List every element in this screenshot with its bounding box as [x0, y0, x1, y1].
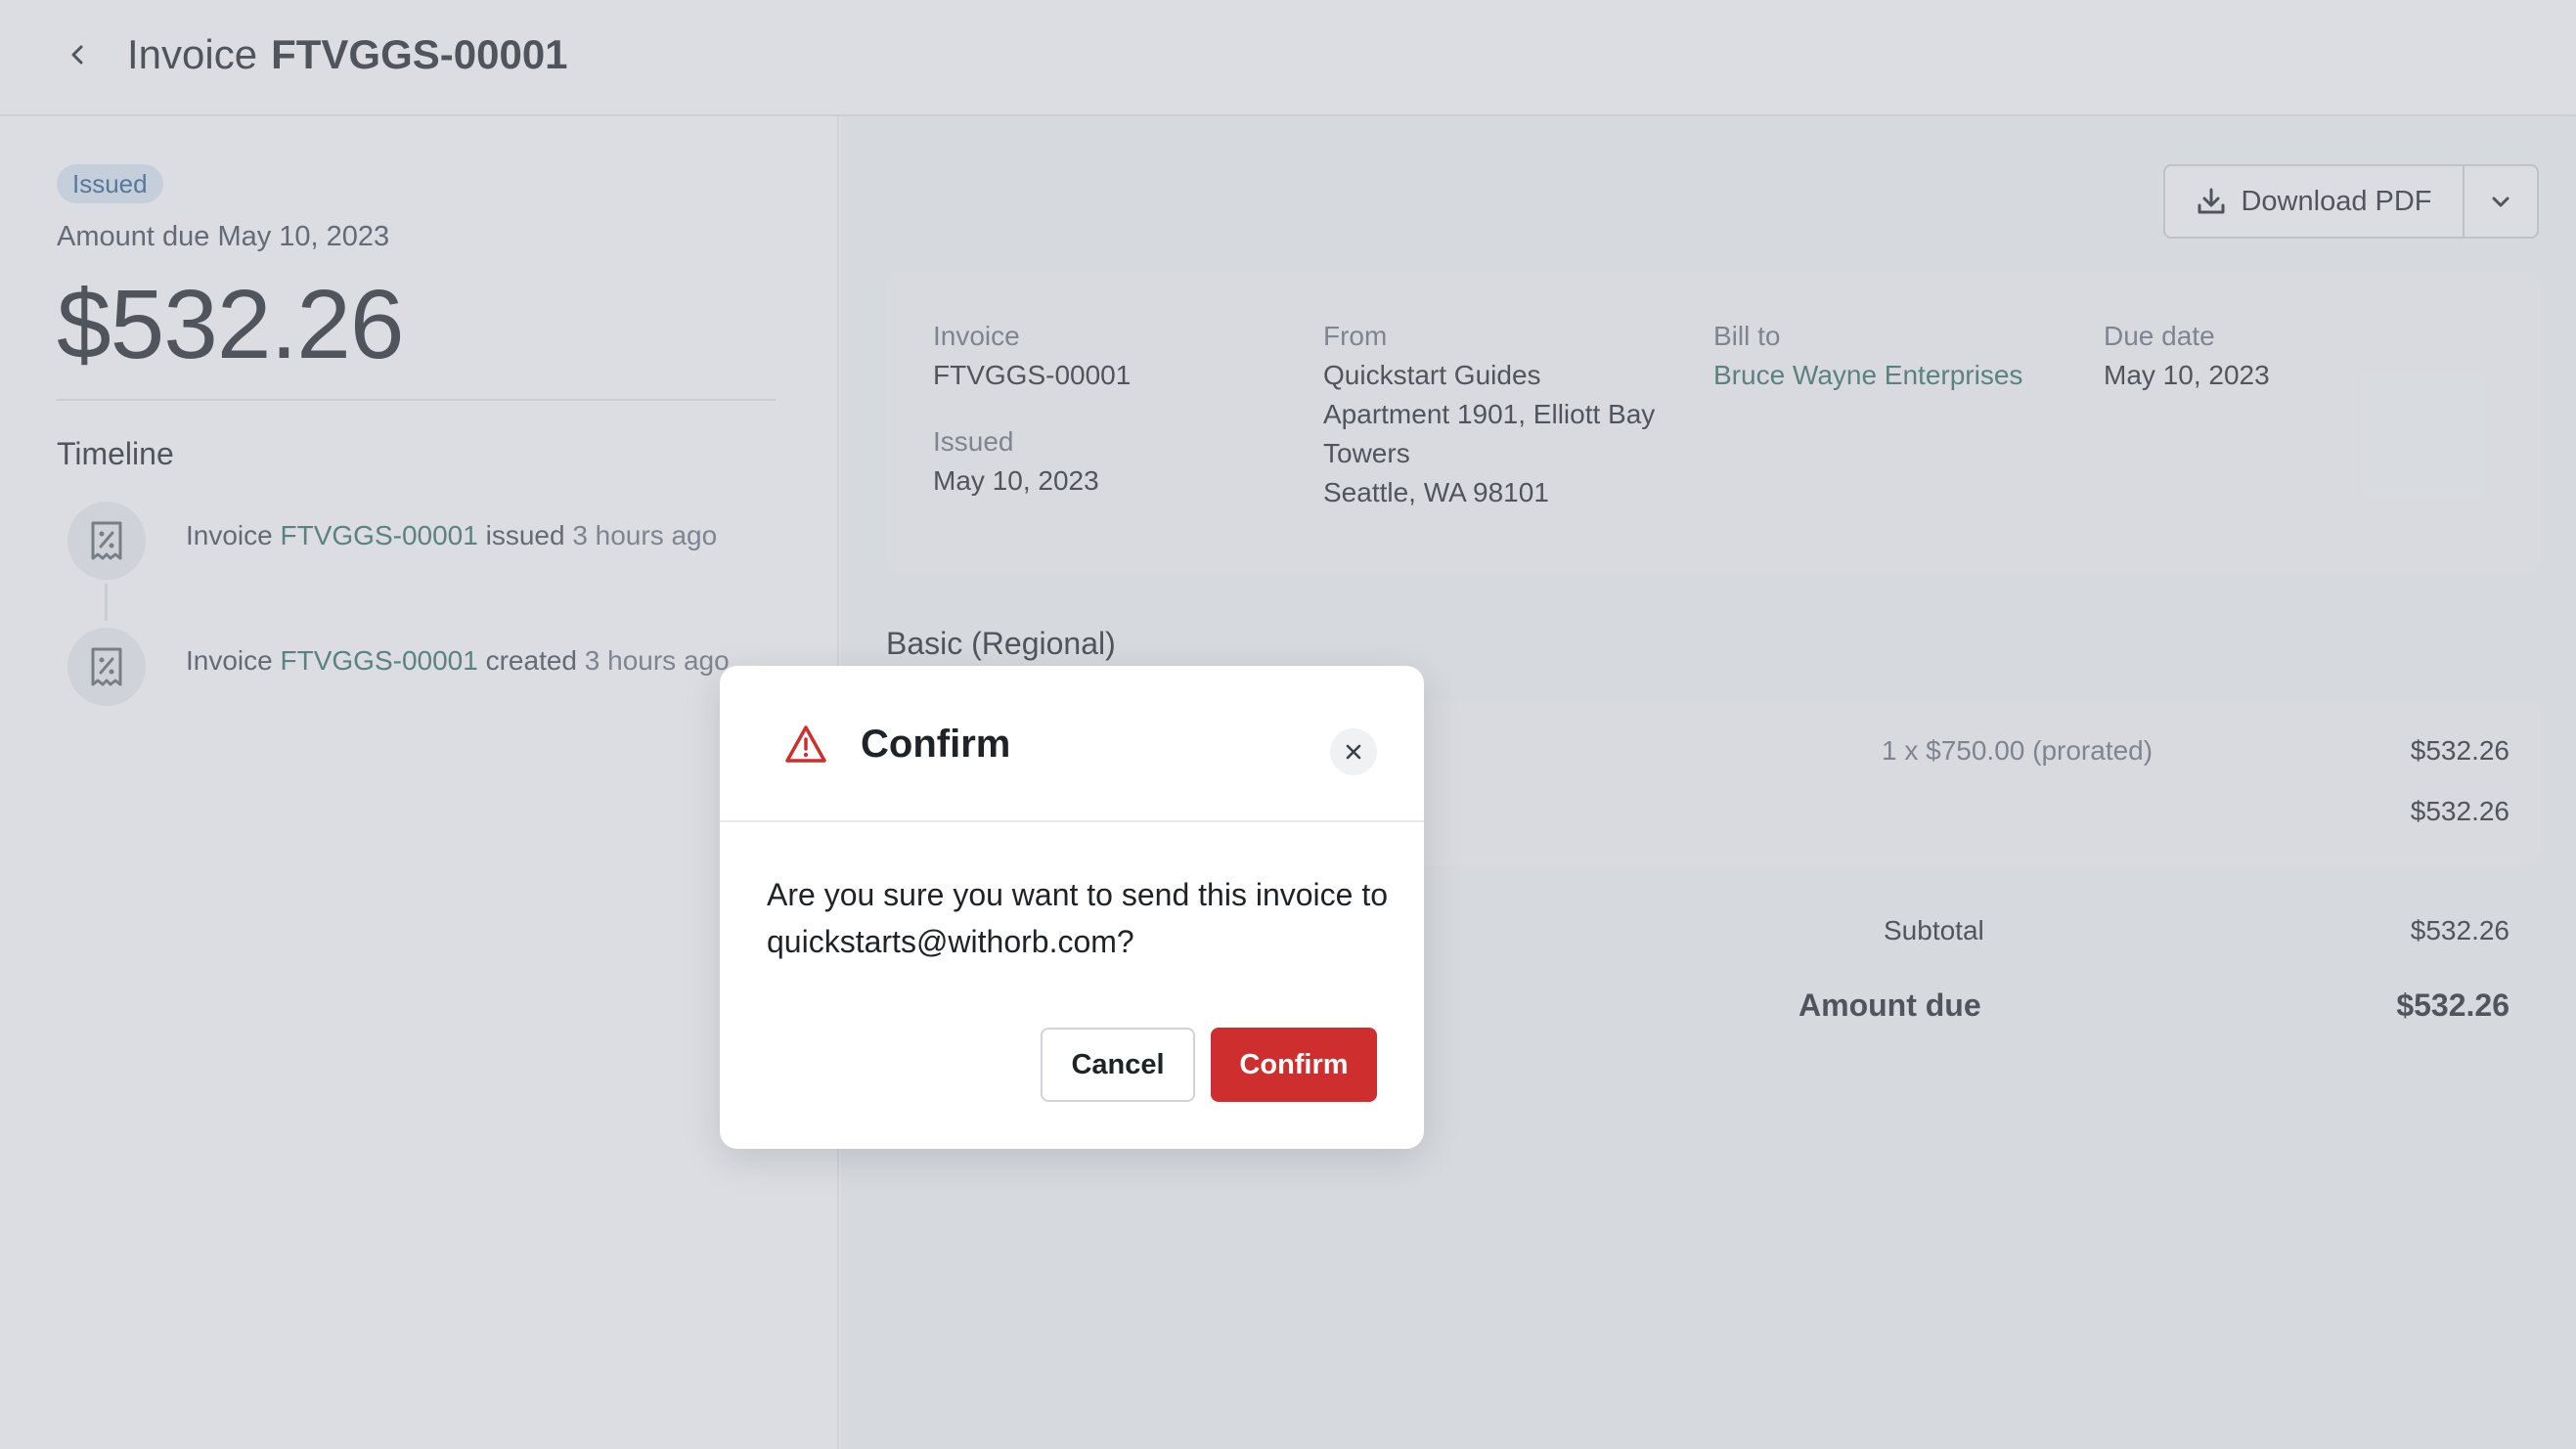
dialog-title: Confirm — [861, 723, 1011, 766]
confirm-button[interactable]: Confirm — [1211, 1028, 1377, 1102]
confirm-dialog: Confirm Are you sure you want to send th… — [720, 666, 1424, 1149]
close-icon — [1346, 744, 1361, 760]
warning-icon — [785, 725, 826, 763]
cancel-button[interactable]: Cancel — [1041, 1028, 1195, 1102]
close-button[interactable] — [1330, 728, 1377, 775]
dialog-message: Are you sure you want to send this invoi… — [767, 877, 1389, 959]
dialog-header: Confirm — [720, 666, 1424, 822]
